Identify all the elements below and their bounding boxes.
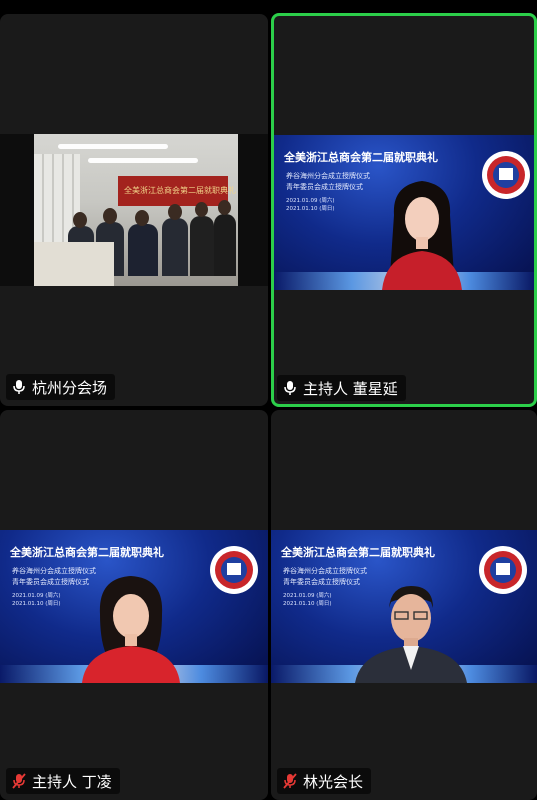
event-date: 2021.01.10 (周日) <box>12 601 61 607</box>
chair-lin-video <box>355 586 467 683</box>
participant-label: 主持人 董星延 <box>277 375 406 401</box>
participant-name: 林光会长 <box>303 772 364 791</box>
event-subtitle: 青年委员会成立授牌仪式 <box>283 578 360 586</box>
mic-muted-icon <box>283 773 297 789</box>
mic-muted-icon <box>12 773 26 789</box>
participant-label: 杭州分会场 <box>6 374 116 400</box>
participant-label: 林光会长 <box>277 768 372 794</box>
video-feed: 全美浙江总商会第二届就职典礼 养谷海州分会成立授牌仪式 青年委员会成立授牌仪式 … <box>271 530 537 683</box>
host-ding-video <box>82 576 180 683</box>
event-date: 2021.01.10 (周日) <box>283 601 332 607</box>
participant-label: 主持人 丁凌 <box>6 768 120 794</box>
video-feed: 全美浙江总商会第二届就职典礼 <box>0 134 268 286</box>
host-dong-video <box>382 181 462 290</box>
mic-on-icon <box>283 380 297 396</box>
video-tile-chair-lin[interactable]: 全美浙江总商会第二届就职典礼 养谷海州分会成立授牌仪式 青年委员会成立授牌仪式 … <box>271 410 537 800</box>
table <box>34 242 114 286</box>
video-tile-host-ding[interactable]: 全美浙江总商会第二届就职典礼 养谷海州分会成立授牌仪式 青年委员会成立授牌仪式 … <box>0 410 268 800</box>
event-date: 2021.01.09 (周六) <box>283 593 332 599</box>
event-subtitle: 养谷海州分会成立授牌仪式 <box>283 567 367 575</box>
chamber-emblem <box>210 546 258 594</box>
participant-name: 主持人 丁凌 <box>32 772 112 791</box>
event-date: 2021.01.09 (周六) <box>12 593 61 599</box>
chamber-emblem <box>482 151 530 199</box>
event-date: 2021.01.10 (周日) <box>286 206 335 212</box>
event-subtitle: 青年委员会成立授牌仪式 <box>286 183 363 191</box>
video-feed: 全美浙江总商会第二届就职典礼 养谷海州分会成立授牌仪式 青年委员会成立授牌仪式 … <box>274 135 534 290</box>
mic-on-icon <box>12 379 26 395</box>
ceiling-light <box>58 144 168 149</box>
participant-name: 主持人 董星延 <box>303 379 398 398</box>
video-feed: 全美浙江总商会第二届就职典礼 养谷海州分会成立授牌仪式 青年委员会成立授牌仪式 … <box>0 530 268 683</box>
event-title: 全美浙江总商会第二届就职典礼 <box>281 546 435 559</box>
event-date: 2021.01.09 (周六) <box>286 198 335 204</box>
ceiling-light <box>88 158 198 163</box>
event-title: 全美浙江总商会第二届就职典礼 <box>10 546 164 559</box>
event-subtitle: 养谷海州分会成立授牌仪式 <box>286 172 370 180</box>
participant-name: 杭州分会场 <box>32 378 108 397</box>
video-tile-hangzhou[interactable]: 全美浙江总商会第二届就职典礼 杭州分会场 <box>0 14 268 406</box>
event-title: 全美浙江总商会第二届就职典礼 <box>284 151 438 164</box>
video-tile-host-dong[interactable]: 全美浙江总商会第二届就职典礼 养谷海州分会成立授牌仪式 青年委员会成立授牌仪式 … <box>271 13 537 407</box>
chamber-emblem <box>479 546 527 594</box>
